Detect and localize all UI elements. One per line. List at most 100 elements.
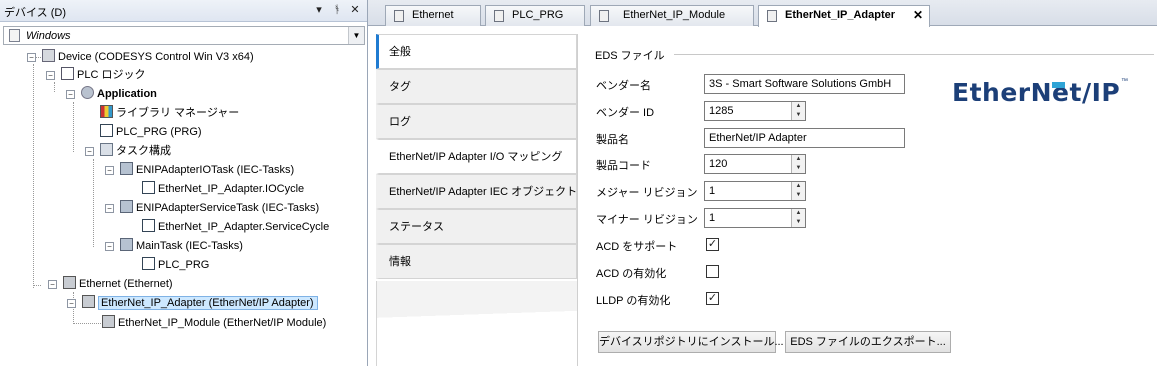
program-call-icon bbox=[142, 219, 155, 232]
spin-down-icon[interactable]: ▼ bbox=[796, 219, 802, 225]
spin-down-icon[interactable]: ▼ bbox=[796, 165, 802, 171]
nav-information[interactable]: 情報 bbox=[376, 244, 577, 279]
spin-up-icon[interactable]: ▲ bbox=[796, 210, 802, 216]
product-name-field[interactable]: EtherNet/IP Adapter bbox=[704, 128, 905, 148]
tab-enip-adapter[interactable]: EtherNet_IP_Adapter ✕ bbox=[758, 5, 930, 27]
root-combo[interactable]: Windows ▼ bbox=[3, 26, 365, 45]
vendor-name-label: ベンダー名 bbox=[596, 80, 651, 92]
tree-node-device[interactable]: − Device (CODESYS Control Win V3 x64) bbox=[27, 48, 254, 66]
lldp-enable-label: LLDP の有効化 bbox=[596, 295, 671, 307]
tab-label: PLC_PRG bbox=[512, 9, 564, 21]
tree-node-service-cycle[interactable]: EtherNet_IP_Adapter.ServiceCycle bbox=[142, 218, 329, 236]
tree-node-label: ENIPAdapterServiceTask (IEC-Tasks) bbox=[136, 202, 320, 214]
collapse-toggle[interactable]: − bbox=[48, 280, 57, 289]
tree-node-main-task[interactable]: − MainTask (IEC-Tasks) bbox=[105, 237, 243, 255]
tab-enip-module[interactable]: EtherNet_IP_Module bbox=[590, 5, 754, 26]
tree-node-label: PLC_PRG bbox=[158, 259, 210, 271]
tree-node-ethernet[interactable]: − Ethernet (Ethernet) bbox=[48, 275, 173, 293]
tab-plc-prg[interactable]: PLC_PRG bbox=[485, 5, 585, 26]
lldp-enable-checkbox[interactable]: ✓ bbox=[706, 292, 719, 305]
spin-up-icon[interactable]: ▲ bbox=[796, 183, 802, 189]
tree-node-label: タスク構成 bbox=[116, 145, 171, 157]
spinner-icon[interactable]: ▲ ▼ bbox=[791, 182, 805, 200]
logo-trademark: ™ bbox=[1121, 78, 1128, 85]
product-code-field[interactable]: 120 ▲ ▼ bbox=[704, 154, 806, 174]
nav-tail-decoration bbox=[376, 281, 577, 366]
export-eds-button[interactable]: EDS ファイルのエクスポート... bbox=[785, 331, 951, 353]
task-icon bbox=[120, 238, 133, 251]
minor-revision-field[interactable]: 1 ▲ ▼ bbox=[704, 208, 806, 228]
ethernet-ip-logo: EtherNet/IP bbox=[952, 78, 1121, 107]
tree-node-io-task[interactable]: − ENIPAdapterIOTask (IEC-Tasks) bbox=[105, 161, 294, 179]
tree-connector bbox=[54, 82, 55, 92]
device-icon bbox=[767, 10, 777, 22]
library-icon bbox=[100, 105, 113, 118]
collapse-toggle[interactable]: − bbox=[105, 242, 114, 251]
collapse-toggle[interactable]: − bbox=[27, 53, 36, 62]
logo-accent-mark bbox=[1052, 82, 1065, 88]
nav-status[interactable]: ステータス bbox=[376, 209, 577, 244]
tree-node-library-manager[interactable]: ライブラリ マネージャー bbox=[100, 104, 239, 122]
tree-node-enip-module[interactable]: EtherNet_IP_Module (EtherNet/IP Module) bbox=[102, 314, 326, 332]
dropdown-arrow-icon[interactable]: ▼ bbox=[348, 27, 364, 44]
collapse-toggle[interactable]: − bbox=[85, 147, 94, 156]
root-combo-value: Windows bbox=[26, 30, 71, 42]
tree-node-label: Application bbox=[97, 88, 157, 100]
install-to-repository-button[interactable]: デバイスリポジトリにインストール... bbox=[598, 331, 784, 353]
vendor-id-field[interactable]: 1285 ▲ ▼ bbox=[704, 101, 806, 121]
spin-down-icon[interactable]: ▼ bbox=[796, 192, 802, 198]
tree-connector bbox=[33, 64, 34, 288]
panel-menu-icon[interactable]: ▾ bbox=[312, 3, 326, 17]
collapse-toggle[interactable]: − bbox=[46, 71, 55, 80]
acd-enable-checkbox[interactable] bbox=[706, 265, 719, 278]
tree-node-service-task[interactable]: − ENIPAdapterServiceTask (IEC-Tasks) bbox=[105, 199, 320, 217]
tree-node-label: PLC ロジック bbox=[77, 69, 146, 81]
section-divider bbox=[674, 54, 1154, 55]
nav-iec-objects[interactable]: EtherNet/IP Adapter IEC オブジェクト bbox=[376, 174, 577, 209]
program-call-icon bbox=[142, 181, 155, 194]
spinner-icon[interactable]: ▲ ▼ bbox=[791, 209, 805, 227]
spin-up-icon[interactable]: ▲ bbox=[796, 156, 802, 162]
tree-node-plc-logic[interactable]: − PLC ロジック bbox=[46, 66, 146, 84]
tab-ethernet[interactable]: Ethernet bbox=[385, 5, 481, 26]
minor-revision-label: マイナー リビジョン bbox=[596, 214, 698, 226]
vendor-name-field[interactable]: 3S - Smart Software Solutions GmbH bbox=[704, 74, 905, 94]
spin-down-icon[interactable]: ▼ bbox=[796, 112, 802, 118]
tree-node-main-plc-prg[interactable]: PLC_PRG bbox=[142, 256, 209, 274]
nav-tags[interactable]: タグ bbox=[376, 69, 577, 104]
close-tab-icon[interactable]: ✕ bbox=[913, 6, 923, 25]
nav-log[interactable]: ログ bbox=[376, 104, 577, 139]
tree-node-application[interactable]: − Application bbox=[66, 85, 157, 103]
collapse-toggle[interactable]: − bbox=[105, 166, 114, 175]
major-revision-field[interactable]: 1 ▲ ▼ bbox=[704, 181, 806, 201]
collapse-toggle[interactable]: − bbox=[67, 299, 76, 308]
task-config-icon bbox=[100, 143, 113, 156]
tree-node-plc-prg[interactable]: PLC_PRG (PRG) bbox=[100, 123, 202, 141]
section-title: EDS ファイル bbox=[595, 47, 673, 63]
pin-icon[interactable]: ᚬ bbox=[330, 3, 344, 17]
tree-node-enip-adapter[interactable]: − EtherNet_IP_Adapter (EtherNet/IP Adapt… bbox=[67, 294, 318, 312]
tree-node-label: EtherNet_IP_Adapter (EtherNet/IP Adapter… bbox=[98, 296, 318, 310]
tree-node-label: EtherNet_IP_Adapter.ServiceCycle bbox=[158, 221, 330, 233]
acd-support-checkbox[interactable]: ✓ bbox=[706, 238, 719, 251]
collapse-toggle[interactable]: − bbox=[66, 90, 75, 99]
close-icon[interactable]: ✕ bbox=[348, 3, 362, 17]
general-settings-panel: EDS ファイル ベンダー名 3S - Smart Software Solut… bbox=[577, 34, 1157, 366]
nav-io-mapping[interactable]: EtherNet/IP Adapter I/O マッピング bbox=[376, 139, 577, 174]
module-device-icon bbox=[102, 315, 115, 328]
vendor-id-label: ベンダー ID bbox=[596, 107, 655, 119]
tab-label: EtherNet_IP_Module bbox=[623, 9, 726, 21]
tree-node-io-cycle[interactable]: EtherNet_IP_Adapter.IOCycle bbox=[142, 180, 304, 198]
tree-node-task-config[interactable]: − タスク構成 bbox=[85, 142, 171, 160]
spin-up-icon[interactable]: ▲ bbox=[796, 103, 802, 109]
minor-revision-value: 1 bbox=[709, 212, 716, 224]
acd-support-label: ACD をサポート bbox=[596, 241, 678, 253]
spinner-icon[interactable]: ▲ ▼ bbox=[791, 155, 805, 173]
nav-general[interactable]: 全般 bbox=[376, 34, 577, 69]
editor-tab-bar: Ethernet PLC_PRG EtherNet_IP_Module Ethe… bbox=[368, 0, 1157, 27]
spinner-icon[interactable]: ▲ ▼ bbox=[791, 102, 805, 120]
program-icon bbox=[494, 10, 504, 22]
editor-side-nav: 全般 タグ ログ EtherNet/IP Adapter I/O マッピング E… bbox=[376, 34, 577, 366]
acd-enable-label: ACD の有効化 bbox=[596, 268, 667, 280]
collapse-toggle[interactable]: − bbox=[105, 204, 114, 213]
